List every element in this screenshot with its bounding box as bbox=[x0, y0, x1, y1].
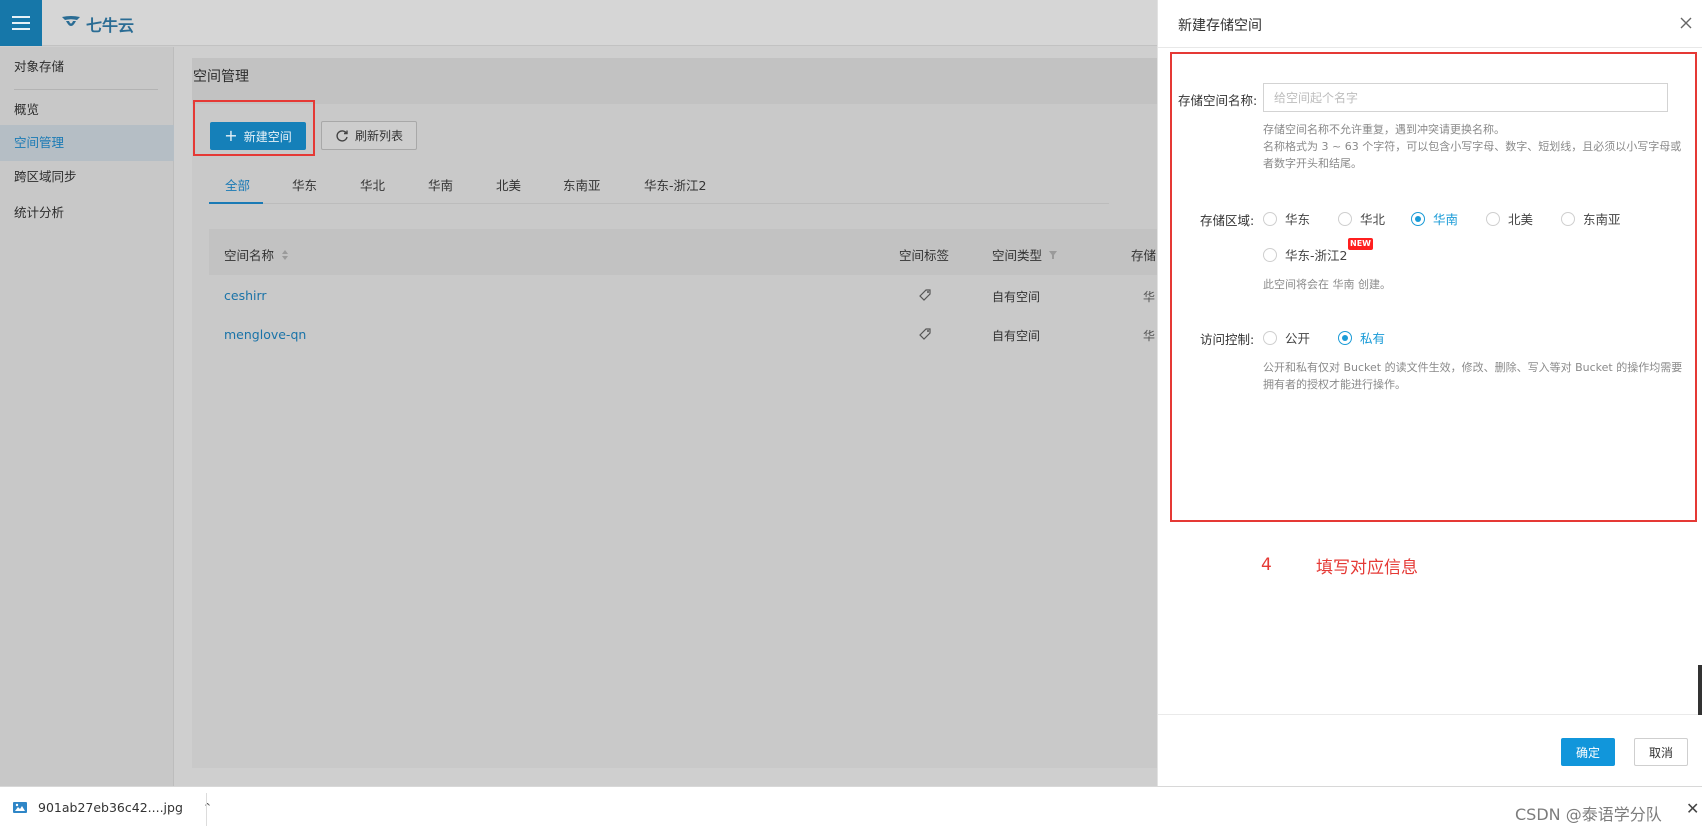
main-panel bbox=[192, 58, 1192, 768]
tab-southeast-asia[interactable]: 东南亚 bbox=[563, 175, 601, 194]
bucket-name-hint-2: 名称格式为 3 ~ 63 个字符，可以包含小写字母、数字、短划线，且必须以小写字… bbox=[1263, 140, 1682, 170]
bucket-region-truncated: 华 bbox=[1143, 290, 1156, 304]
bucket-name-hint-1: 存储空间名称不允许重复，遇到冲突请更换名称。 bbox=[1263, 123, 1505, 136]
radio-region-east-china-zhejiang2[interactable]: 华东-浙江2 bbox=[1263, 245, 1347, 264]
drawer-footer-divider bbox=[1158, 714, 1702, 715]
column-header-name-label: 空间名称 bbox=[224, 248, 275, 263]
plus-icon: + bbox=[224, 126, 238, 145]
region-label: 存储区域: bbox=[1200, 213, 1255, 228]
tag-icon[interactable] bbox=[917, 287, 933, 303]
drawer-title: 新建存储空间 bbox=[1178, 18, 1262, 34]
qiniu-logo-icon bbox=[62, 16, 80, 26]
column-header-tags: 空间标签 bbox=[899, 248, 950, 263]
column-header-storage: 存储 bbox=[1131, 248, 1157, 263]
column-header-name[interactable]: 空间名称 bbox=[224, 245, 290, 264]
access-control-hint: 公开和私有仅对 Bucket 的读文件生效，修改、删除、写入等对 Bucket … bbox=[1263, 361, 1683, 391]
tab-all[interactable]: 全部 bbox=[225, 175, 250, 194]
logo-text: 七牛云 bbox=[86, 16, 135, 35]
radio-region-north-america[interactable]: 北美 bbox=[1486, 209, 1533, 228]
confirm-button[interactable]: 确定 bbox=[1561, 738, 1615, 766]
annotation-step-number: 4 bbox=[1261, 555, 1272, 575]
tab-east-china[interactable]: 华东 bbox=[292, 175, 317, 194]
image-file-icon bbox=[13, 802, 27, 813]
radio-label: 华南 bbox=[1433, 212, 1459, 227]
tab-north-america[interactable]: 北美 bbox=[496, 175, 521, 194]
close-download-bar-icon[interactable]: ✕ bbox=[1686, 799, 1699, 818]
active-tab-indicator bbox=[209, 202, 263, 204]
radio-region-east-china[interactable]: 华东 bbox=[1263, 209, 1310, 228]
sidebar-item-cross-region-sync[interactable]: 跨区域同步 bbox=[0, 159, 174, 195]
download-bar: 901ab27eb36c42....jpg ⌃ CSDN @泰语学分队 ✕ bbox=[0, 786, 1702, 831]
refresh-list-label: 刷新列表 bbox=[354, 129, 403, 143]
chevron-up-icon[interactable]: ⌃ bbox=[203, 801, 212, 814]
scrollbar-thumb[interactable] bbox=[1698, 665, 1702, 715]
hamburger-menu-icon[interactable] bbox=[0, 0, 42, 46]
sidebar-item-statistics[interactable]: 统计分析 bbox=[0, 195, 174, 231]
new-bucket-button[interactable]: + 新建空间 bbox=[210, 122, 306, 150]
table-header: 空间名称 空间标签 空间类型 存储 bbox=[209, 229, 1159, 275]
bucket-name-label: 存储空间名称: bbox=[1178, 93, 1258, 108]
bucket-name-input[interactable] bbox=[1263, 83, 1668, 112]
download-file-name: 901ab27eb36c42....jpg bbox=[38, 799, 183, 815]
sidebar: 对象存储 概览 空间管理 跨区域同步 统计分析 bbox=[0, 47, 174, 786]
table-row: menglove-qn 自有空间 华 bbox=[209, 314, 1159, 358]
radio-label: 北美 bbox=[1508, 212, 1534, 227]
tab-north-china[interactable]: 华北 bbox=[360, 175, 385, 194]
radio-circle bbox=[1263, 330, 1277, 345]
page-title: 空间管理 bbox=[193, 69, 249, 85]
region-tabs: 全部 华东 华北 华南 北美 东南亚 华东-浙江2 bbox=[209, 170, 1109, 204]
create-bucket-drawer: 新建存储空间 存储空间名称: 存储空间名称不允许重复，遇到冲突请更换名称。 名称… bbox=[1157, 0, 1702, 786]
tab-east-china-zhejiang2[interactable]: 华东-浙江2 bbox=[644, 175, 706, 194]
sort-icon[interactable] bbox=[280, 249, 290, 261]
bucket-region-truncated: 华 bbox=[1143, 329, 1156, 343]
radio-region-north-china[interactable]: 华北 bbox=[1338, 209, 1385, 228]
radio-circle bbox=[1263, 247, 1277, 262]
sidebar-item-bucket-management[interactable]: 空间管理 bbox=[0, 125, 174, 161]
filter-icon[interactable] bbox=[1048, 249, 1058, 261]
radio-access-private[interactable]: 私有 bbox=[1338, 328, 1385, 347]
radio-region-southeast-asia[interactable]: 东南亚 bbox=[1561, 209, 1621, 228]
cancel-button[interactable]: 取消 bbox=[1634, 738, 1688, 766]
radio-label: 华北 bbox=[1360, 212, 1386, 227]
radio-access-public[interactable]: 公开 bbox=[1263, 328, 1310, 347]
new-badge: NEW bbox=[1348, 238, 1373, 250]
new-bucket-label: 新建空间 bbox=[243, 129, 292, 144]
watermark: CSDN @泰语学分队 bbox=[1515, 805, 1662, 824]
bucket-name-link[interactable]: ceshirr bbox=[224, 288, 267, 303]
main-header bbox=[192, 58, 1192, 104]
logo[interactable]: 七牛云 bbox=[60, 12, 134, 36]
radio-label: 私有 bbox=[1360, 331, 1386, 346]
access-control-label: 访问控制: bbox=[1200, 332, 1255, 347]
radio-label: 东南亚 bbox=[1583, 212, 1621, 227]
radio-label: 公开 bbox=[1285, 331, 1311, 346]
radio-circle bbox=[1338, 330, 1352, 345]
sidebar-item-object-storage[interactable]: 对象存储 bbox=[0, 49, 174, 85]
bucket-name-link[interactable]: menglove-qn bbox=[224, 327, 306, 342]
table-row: ceshirr 自有空间 华 bbox=[209, 275, 1159, 319]
download-separator bbox=[206, 793, 207, 826]
refresh-list-button[interactable]: 刷新列表 bbox=[321, 121, 417, 150]
annotation-text: 填写对应信息 bbox=[1316, 558, 1418, 578]
download-item[interactable]: 901ab27eb36c42....jpg ⌃ bbox=[12, 799, 212, 815]
close-icon[interactable] bbox=[1679, 16, 1693, 30]
radio-circle bbox=[1411, 211, 1425, 226]
radio-label: 华东 bbox=[1285, 212, 1311, 227]
radio-circle bbox=[1263, 211, 1277, 226]
sidebar-item-overview[interactable]: 概览 bbox=[0, 92, 174, 128]
radio-circle bbox=[1486, 211, 1500, 226]
radio-circle bbox=[1561, 211, 1575, 226]
column-header-type[interactable]: 空间类型 bbox=[992, 245, 1058, 264]
radio-region-south-china[interactable]: 华南 bbox=[1411, 209, 1458, 228]
refresh-icon bbox=[336, 129, 348, 142]
tab-south-china[interactable]: 华南 bbox=[428, 175, 453, 194]
radio-label: 华东-浙江2 bbox=[1285, 248, 1348, 263]
drawer-header: 新建存储空间 bbox=[1158, 0, 1702, 48]
tag-icon[interactable] bbox=[917, 326, 933, 342]
radio-circle bbox=[1338, 211, 1352, 226]
column-header-type-label: 空间类型 bbox=[992, 248, 1043, 263]
bucket-type: 自有空间 bbox=[992, 329, 1041, 343]
bucket-type: 自有空间 bbox=[992, 290, 1041, 304]
region-hint: 此空间将会在 华南 创建。 bbox=[1263, 278, 1391, 291]
sidebar-divider bbox=[14, 89, 158, 90]
